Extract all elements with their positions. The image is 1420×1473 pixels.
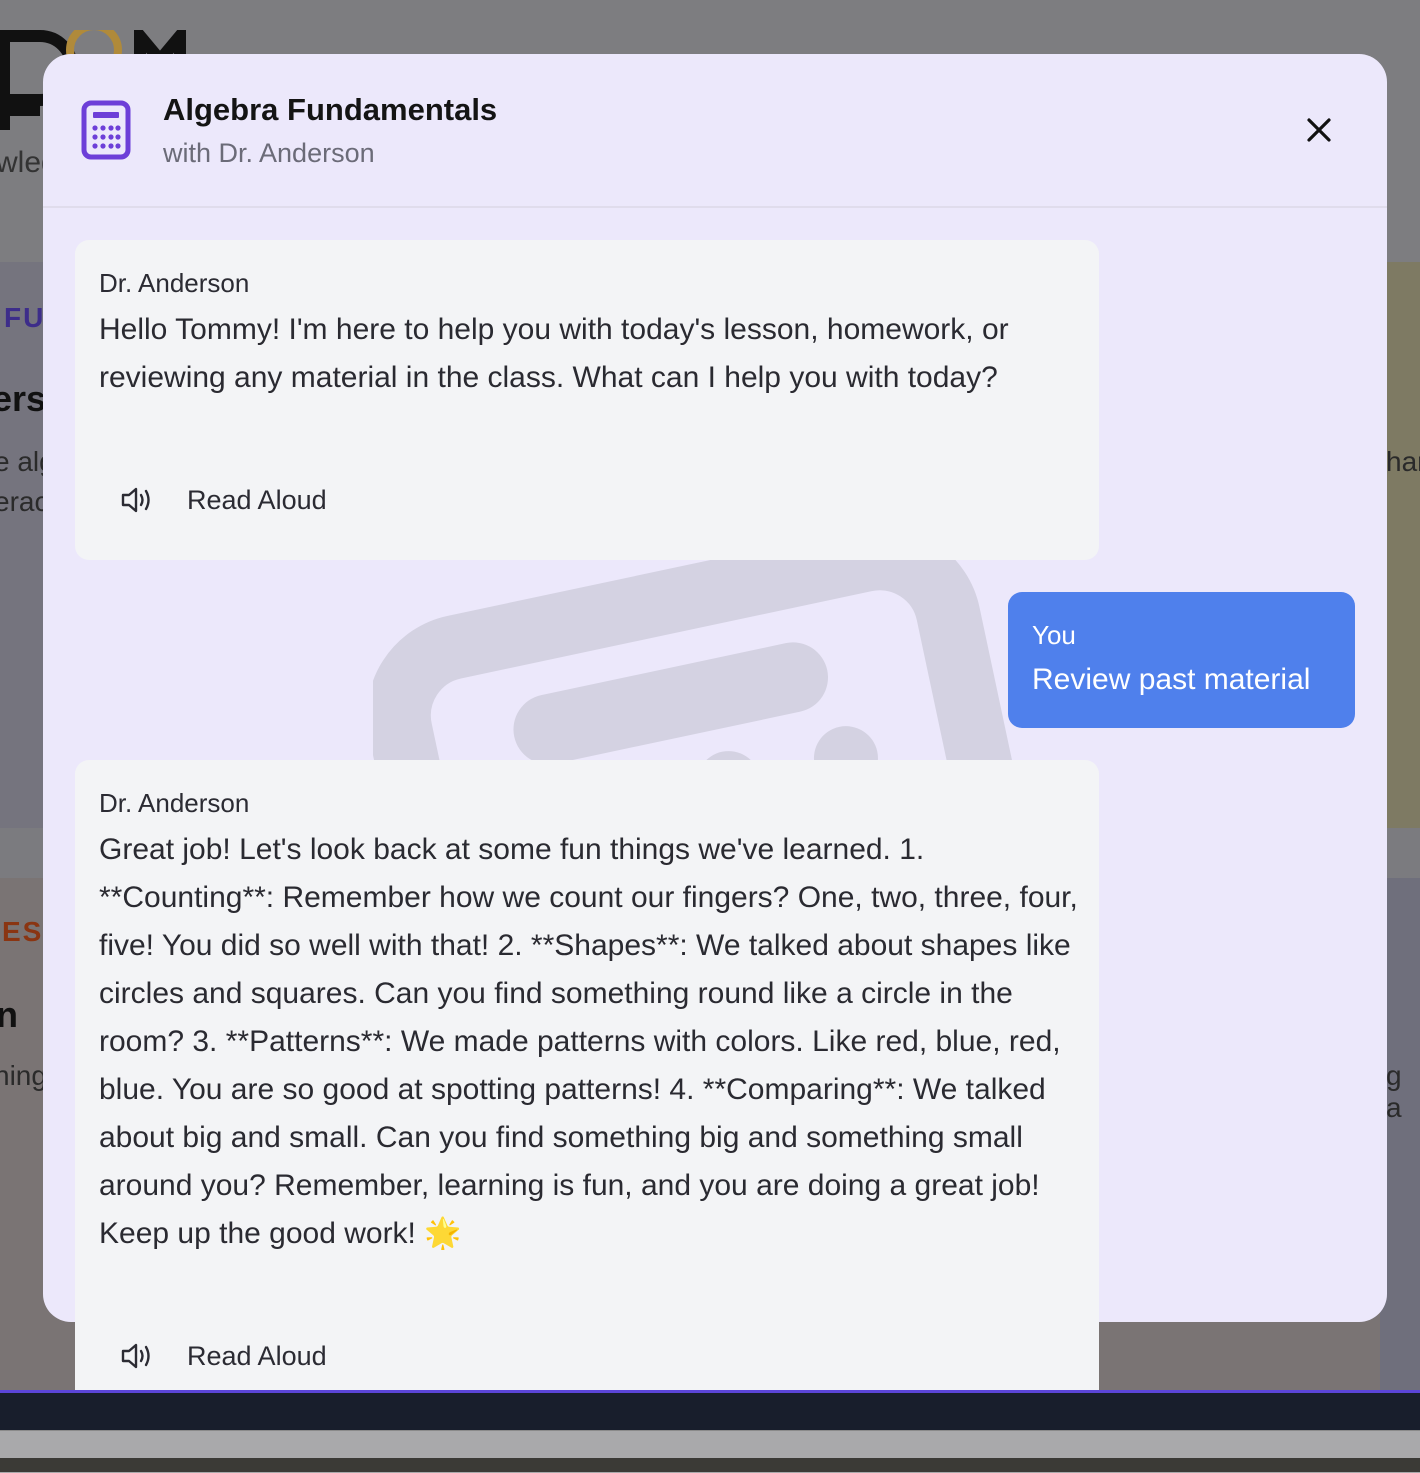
read-aloud-label: Read Aloud — [187, 484, 327, 515]
bottom-bar-overlay — [0, 1390, 1420, 1433]
read-aloud-button[interactable]: Read Aloud — [119, 480, 327, 520]
message-text: Review past material — [1032, 663, 1311, 696]
message-text: Hello Tommy! I'm here to help you with t… — [99, 313, 1009, 394]
background-card-title: n — [0, 994, 18, 1035]
speaker-icon — [121, 1343, 150, 1369]
speaker-icon — [121, 487, 150, 513]
background-card-text: erac — [0, 486, 49, 517]
calculator-watermark-icon — [373, 560, 1013, 760]
assistant-message: Dr. Anderson Hello Tommy! I'm here to he… — [75, 240, 1099, 560]
background-card-title: ers — [0, 378, 47, 419]
background-card-text: ning — [0, 1060, 47, 1091]
close-icon[interactable] — [1299, 110, 1339, 150]
message-sender: Dr. Anderson — [99, 788, 250, 818]
class-teacher: with Dr. Anderson — [163, 138, 375, 168]
background-card-label: FU — [4, 302, 46, 333]
background-card-text: har — [1386, 446, 1420, 477]
background-card-label: ES — [2, 916, 44, 947]
read-aloud-button[interactable]: Read Aloud — [119, 1336, 327, 1376]
message-sender: You — [1032, 620, 1076, 650]
modal-header: Algebra Fundamentals with Dr. Anderson — [43, 54, 1387, 208]
background-card-text: g a — [1386, 1060, 1402, 1123]
class-title: Algebra Fundamentals — [163, 92, 498, 127]
message-sender: Dr. Anderson — [99, 268, 250, 298]
read-aloud-label: Read Aloud — [187, 1340, 327, 1371]
calculator-icon — [81, 100, 131, 160]
message-text: Great job! Let's look back at some fun t… — [99, 833, 1078, 1250]
user-message: You Review past material — [1008, 592, 1355, 728]
dock-strip-overlay — [0, 1458, 1420, 1472]
assistant-message: Dr. Anderson Great job! Let's look back … — [75, 760, 1099, 1400]
